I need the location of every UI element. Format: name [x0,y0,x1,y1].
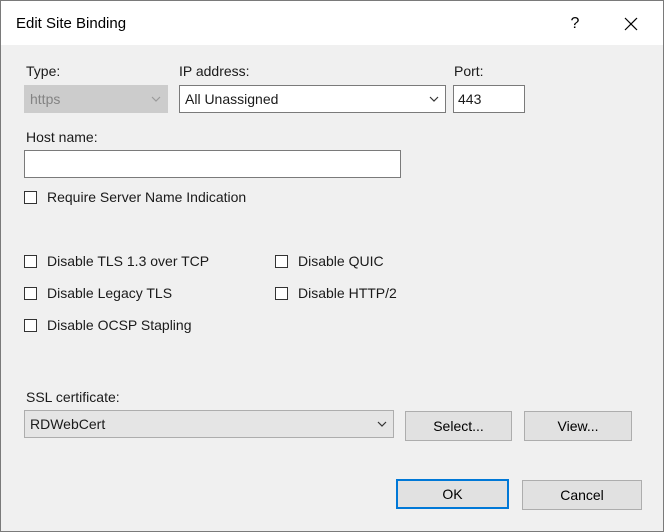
type-label: Type: [26,63,61,79]
checkbox-box[interactable] [275,254,288,268]
disable-quic-label: Disable QUIC [298,253,384,269]
select-certificate-button[interactable]: Select... [405,411,512,441]
disable-http2-label: Disable HTTP/2 [298,285,397,301]
checkbox-box[interactable] [24,190,37,204]
ip-address-select[interactable]: All Unassigned [179,85,446,113]
disable-tls13-checkbox[interactable]: Disable TLS 1.3 over TCP [24,253,209,269]
ssl-certificate-label: SSL certificate: [26,389,120,405]
checkbox-box[interactable] [24,318,37,332]
disable-legacy-tls-checkbox[interactable]: Disable Legacy TLS [24,285,172,301]
edit-site-binding-dialog: Edit Site Binding ? Type: https IP addre… [0,0,664,532]
checkbox-box[interactable] [275,286,288,300]
disable-tls13-label: Disable TLS 1.3 over TCP [47,253,210,269]
dialog-title: Edit Site Binding [16,15,127,32]
checkbox-box[interactable] [24,254,37,268]
disable-quic-checkbox[interactable]: Disable QUIC [275,253,384,269]
disable-legacy-tls-label: Disable Legacy TLS [47,285,173,301]
host-name-input[interactable] [24,150,401,178]
host-name-label: Host name: [26,129,98,145]
ssl-certificate-value: RDWebCert [30,416,106,432]
ip-address-label: IP address: [179,63,250,79]
ok-button[interactable]: OK [396,479,509,509]
require-sni-checkbox[interactable]: Require Server Name Indication [24,189,246,205]
ip-address-value: All Unassigned [185,91,279,107]
title-bar: Edit Site Binding ? [1,1,663,45]
close-button[interactable] [613,9,649,39]
disable-http2-checkbox[interactable]: Disable HTTP/2 [275,285,397,301]
disable-ocsp-label: Disable OCSP Stapling [47,317,192,333]
checkbox-box[interactable] [24,286,37,300]
chevron-down-icon [151,96,161,102]
type-select[interactable]: https [24,85,168,113]
port-label: Port: [454,63,484,79]
help-icon: ? [570,15,580,32]
disable-ocsp-checkbox[interactable]: Disable OCSP Stapling [24,317,191,333]
chevron-down-icon [377,421,387,427]
chevron-down-icon [429,96,439,102]
type-value: https [30,91,61,107]
cancel-button[interactable]: Cancel [522,480,642,510]
port-input[interactable]: 443 [453,85,525,113]
port-value: 443 [458,91,482,107]
view-certificate-button[interactable]: View... [524,411,632,441]
ssl-certificate-select[interactable]: RDWebCert [24,410,394,438]
help-button[interactable]: ? [557,9,593,39]
close-icon [624,17,638,31]
require-sni-label: Require Server Name Indication [47,189,247,205]
